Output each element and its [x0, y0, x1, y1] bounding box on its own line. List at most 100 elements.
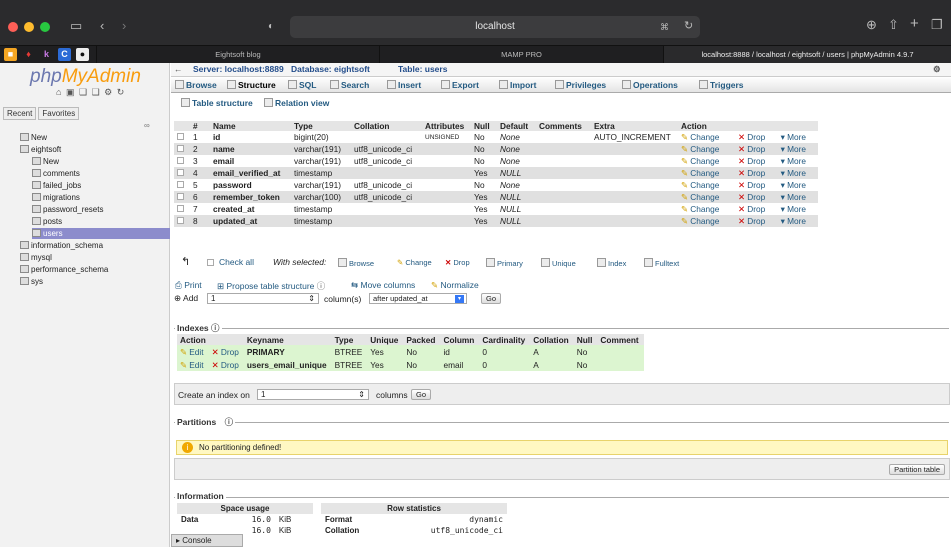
index-edit-action[interactable]: ✎ Edit — [177, 358, 209, 371]
bulk-index[interactable]: Index — [597, 258, 626, 268]
subtab-table-structure[interactable]: Table structure — [181, 98, 253, 108]
action-drop[interactable]: ✕ Drop — [734, 203, 778, 215]
close-window-button[interactable] — [8, 22, 18, 32]
tab-eightsoft-blog[interactable]: Eightsoft blog — [96, 46, 379, 63]
help-icon[interactable]: ⓘ — [225, 417, 234, 427]
tree-item-password-resets[interactable]: password_resets — [32, 204, 170, 215]
translate-icon[interactable]: ⌘ — [660, 20, 669, 34]
bulk-drop[interactable]: ✕ Drop — [445, 258, 470, 267]
col-collation-header[interactable]: Collation — [351, 121, 422, 131]
tab-triggers[interactable]: Triggers — [699, 80, 744, 90]
print-link[interactable]: ⎙ Print — [175, 280, 202, 291]
action-change[interactable]: ✎ Change — [678, 191, 735, 203]
move-columns-link[interactable]: ⇆ Move columns — [351, 280, 415, 291]
action-change[interactable]: ✎ Change — [678, 131, 735, 143]
bulk-primary[interactable]: Primary — [486, 258, 523, 268]
subtab-relation-view[interactable]: Relation view — [264, 98, 329, 108]
phpmyadmin-logo[interactable]: phpMyAdmin — [30, 66, 141, 88]
back-icon[interactable]: ‹ — [100, 19, 104, 33]
bookmark-github-icon[interactable]: ● — [76, 48, 89, 61]
breadcrumb-table[interactable]: Table: users — [398, 64, 447, 74]
tab-overview-icon[interactable]: ❐ — [931, 18, 943, 32]
col-name-header[interactable]: Name — [210, 121, 291, 131]
tree-item-migrations[interactable]: migrations — [32, 192, 170, 203]
sidebar-toggle-icon[interactable]: ▭ — [70, 19, 82, 33]
minimize-window-button[interactable] — [24, 22, 34, 32]
col-null-header[interactable]: Null — [471, 121, 497, 131]
zoom-window-button[interactable] — [40, 22, 50, 32]
col-extra-header[interactable]: Extra — [591, 121, 678, 131]
action-change[interactable]: ✎ Change — [678, 155, 735, 167]
action-change[interactable]: ✎ Change — [678, 215, 735, 227]
bookmark-c-icon[interactable]: C — [58, 48, 71, 61]
col-default-header[interactable]: Default — [497, 121, 536, 131]
recent-tab[interactable]: Recent — [3, 107, 37, 120]
action-more[interactable]: ▾ More — [777, 155, 818, 167]
bookmark-k-icon[interactable]: k — [40, 48, 53, 61]
row-checkbox[interactable] — [177, 169, 184, 176]
tree-item-sys[interactable]: sys — [20, 276, 170, 287]
help-icon[interactable]: ⓘ — [317, 281, 326, 291]
gear-icon[interactable]: ⚙ — [933, 64, 941, 75]
action-change[interactable]: ✎ Change — [678, 143, 735, 155]
tree-item-posts[interactable]: posts — [32, 216, 170, 227]
help-icon[interactable]: ⓘ — [211, 323, 220, 333]
row-checkbox[interactable] — [177, 217, 184, 224]
action-change[interactable]: ✎ Change — [678, 167, 735, 179]
tree-item-comments[interactable]: comments — [32, 168, 170, 179]
action-drop[interactable]: ✕ Drop — [734, 191, 778, 203]
link-icon[interactable]: ∞ — [144, 121, 150, 130]
tree-item-New[interactable]: New — [32, 156, 170, 167]
normalize-link[interactable]: ✎ Normalize — [431, 280, 479, 291]
action-drop[interactable]: ✕ Drop — [734, 155, 778, 167]
col-type-header[interactable]: Type — [291, 121, 351, 131]
add-count-input[interactable]: 1 ⇕ — [207, 293, 319, 304]
add-go-button[interactable]: Go — [481, 293, 502, 304]
tree-item-users[interactable]: users — [32, 228, 170, 239]
tree-item-mysql[interactable]: mysql — [20, 252, 170, 263]
logout-icon[interactable]: ▣ — [66, 87, 76, 97]
tab-structure[interactable]: Structure — [227, 80, 276, 90]
action-drop[interactable]: ✕ Drop — [734, 143, 778, 155]
collapse-icon[interactable]: ← — [174, 64, 183, 74]
row-checkbox[interactable] — [177, 157, 184, 164]
action-drop[interactable]: ✕ Drop — [734, 131, 778, 143]
tab-phpmyadmin[interactable]: localhost:8888 / localhost / eightsoft /… — [663, 46, 951, 63]
action-more[interactable]: ▾ More — [777, 203, 818, 215]
bookmark-orange-icon[interactable]: ■ — [4, 48, 17, 61]
row-checkbox[interactable] — [177, 193, 184, 200]
download-icon[interactable]: ⊕ — [866, 18, 877, 32]
bulk-unique[interactable]: Unique — [541, 258, 576, 268]
tab-privileges[interactable]: Privileges — [555, 80, 606, 90]
tree-item-failed-jobs[interactable]: failed_jobs — [32, 180, 170, 191]
tab-browse[interactable]: Browse — [175, 80, 217, 90]
row-checkbox[interactable] — [177, 181, 184, 188]
partition-table-button[interactable]: Partition table — [889, 464, 945, 475]
index-drop-action[interactable]: ✕ Drop — [208, 345, 244, 358]
tab-insert[interactable]: Insert — [387, 80, 421, 90]
reload-icon[interactable]: ↻ — [684, 19, 693, 33]
action-drop[interactable]: ✕ Drop — [734, 179, 778, 191]
action-more[interactable]: ▾ More — [777, 167, 818, 179]
reload-nav-icon[interactable]: ↻ — [117, 87, 126, 97]
home-icon[interactable]: ⌂ — [56, 87, 62, 97]
row-checkbox[interactable] — [177, 145, 184, 152]
position-select[interactable]: after updated_at ▾ — [369, 293, 467, 304]
col-number-header[interactable]: # — [190, 121, 210, 131]
index-edit-action[interactable]: ✎ Edit — [177, 345, 209, 358]
index-drop-action[interactable]: ✕ Drop — [208, 358, 244, 371]
settings-icon[interactable]: ⚙ — [104, 87, 113, 97]
address-bar[interactable]: localhost — [290, 16, 700, 38]
tab-import[interactable]: Import — [499, 80, 536, 90]
bulk-browse[interactable]: Browse — [338, 258, 374, 268]
tree-item-eightsoft[interactable]: eightsoft — [20, 144, 170, 155]
forward-icon[interactable]: › — [122, 19, 126, 33]
row-checkbox[interactable] — [177, 133, 184, 140]
share-icon[interactable]: ⇧ — [888, 18, 899, 32]
col-comments-header[interactable]: Comments — [536, 121, 591, 131]
action-more[interactable]: ▾ More — [777, 215, 818, 227]
tab-search[interactable]: Search — [330, 80, 369, 90]
create-index-count-input[interactable]: 1 ⇕ — [257, 389, 369, 400]
row-checkbox[interactable] — [177, 205, 184, 212]
tab-mamp-pro[interactable]: MAMP PRO — [379, 46, 663, 63]
